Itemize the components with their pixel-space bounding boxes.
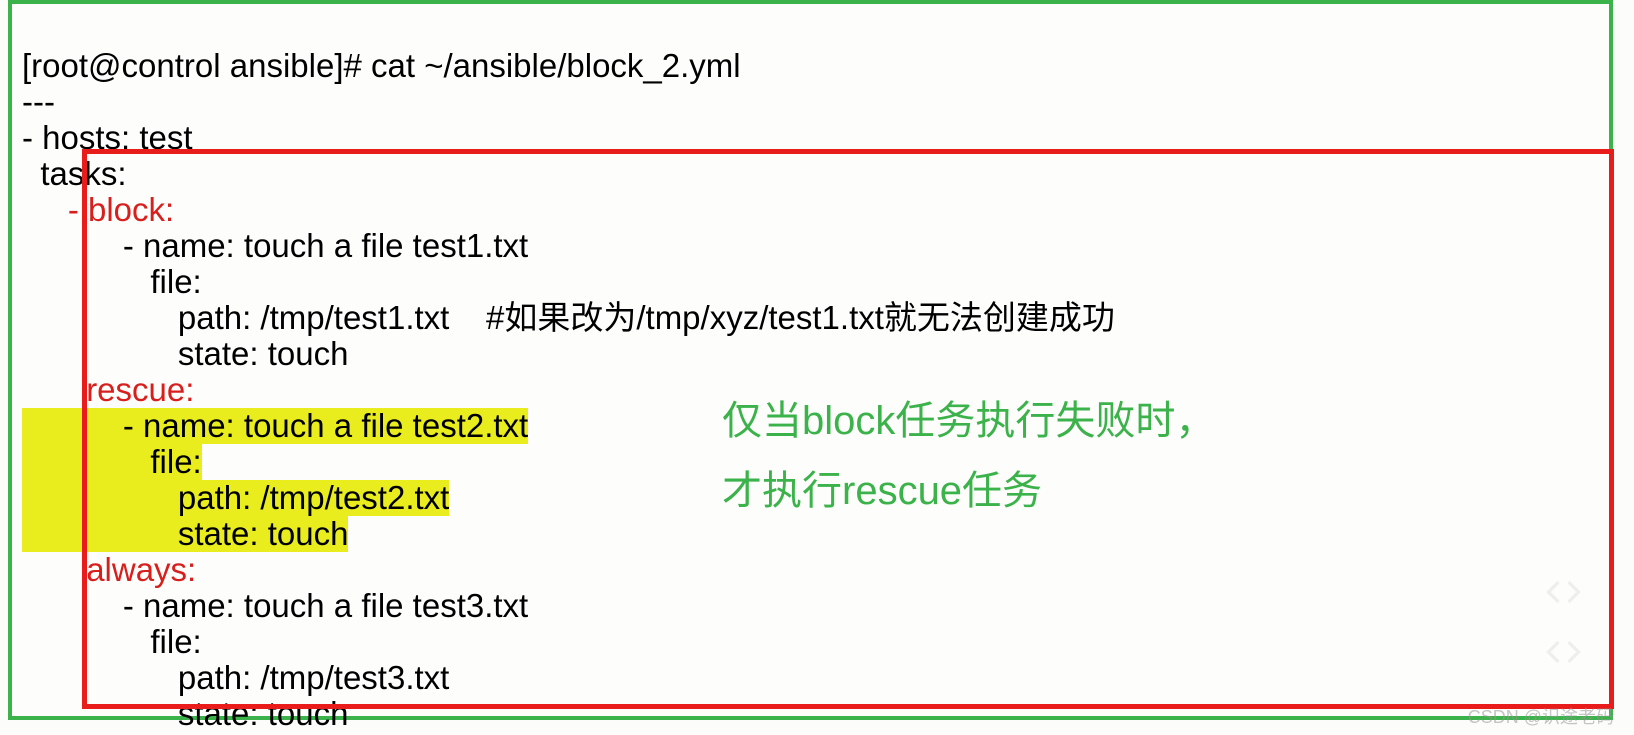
always-keyword: always: bbox=[86, 551, 196, 588]
code-bracket-icon bbox=[1536, 632, 1591, 672]
rescue-header: rescue: bbox=[22, 371, 194, 408]
yaml-doc-start: --- bbox=[22, 83, 55, 120]
annotation-line-2: 才执行rescue任务 bbox=[722, 469, 1042, 513]
block-task-path-row: path: /tmp/test1.txt #如果改为/tmp/xyz/test1… bbox=[22, 299, 1115, 336]
rescue-task-path: path: /tmp/test2.txt bbox=[22, 480, 449, 516]
block-header: - block: bbox=[22, 191, 174, 228]
block-task-path: path: /tmp/test1.txt bbox=[22, 299, 449, 336]
yaml-tasks: tasks: bbox=[22, 155, 127, 192]
yaml-hosts: - hosts: test bbox=[22, 119, 193, 156]
always-task-name: - name: touch a file test3.txt bbox=[22, 587, 528, 624]
block-keyword: - block: bbox=[68, 191, 174, 228]
annotation-line-1: 仅当block任务执行失败时， bbox=[722, 399, 1215, 443]
block-task-name: - name: touch a file test1.txt bbox=[22, 227, 528, 264]
code-block: [root@control ansible]# cat ~/ansible/bl… bbox=[22, 12, 1115, 732]
rescue-keyword: rescue: bbox=[86, 371, 194, 408]
always-task-file: file: bbox=[22, 623, 202, 660]
rescue-task-state: state: touch bbox=[22, 516, 348, 552]
terminal-frame: [root@control ansible]# cat ~/ansible/bl… bbox=[8, 0, 1613, 720]
rescue-task-file: file: bbox=[22, 444, 202, 480]
rescue-task-name: - name: touch a file test2.txt bbox=[22, 408, 528, 444]
always-task-state: state: touch bbox=[22, 695, 348, 732]
prompt-line: [root@control ansible]# cat ~/ansible/bl… bbox=[22, 47, 741, 84]
block-task-file: file: bbox=[22, 263, 202, 300]
block-task-comment: #如果改为/tmp/xyz/test1.txt就无法创建成功 bbox=[449, 299, 1115, 336]
watermark-text: CSDN @识途老码 bbox=[1468, 703, 1614, 729]
always-task-path: path: /tmp/test3.txt bbox=[22, 659, 449, 696]
always-header: always: bbox=[22, 551, 196, 588]
block-task-state: state: touch bbox=[22, 335, 348, 372]
annotation-text: 仅当block任务执行失败时， 才执行rescue任务 bbox=[722, 386, 1215, 526]
code-bracket-icon bbox=[1536, 572, 1591, 612]
